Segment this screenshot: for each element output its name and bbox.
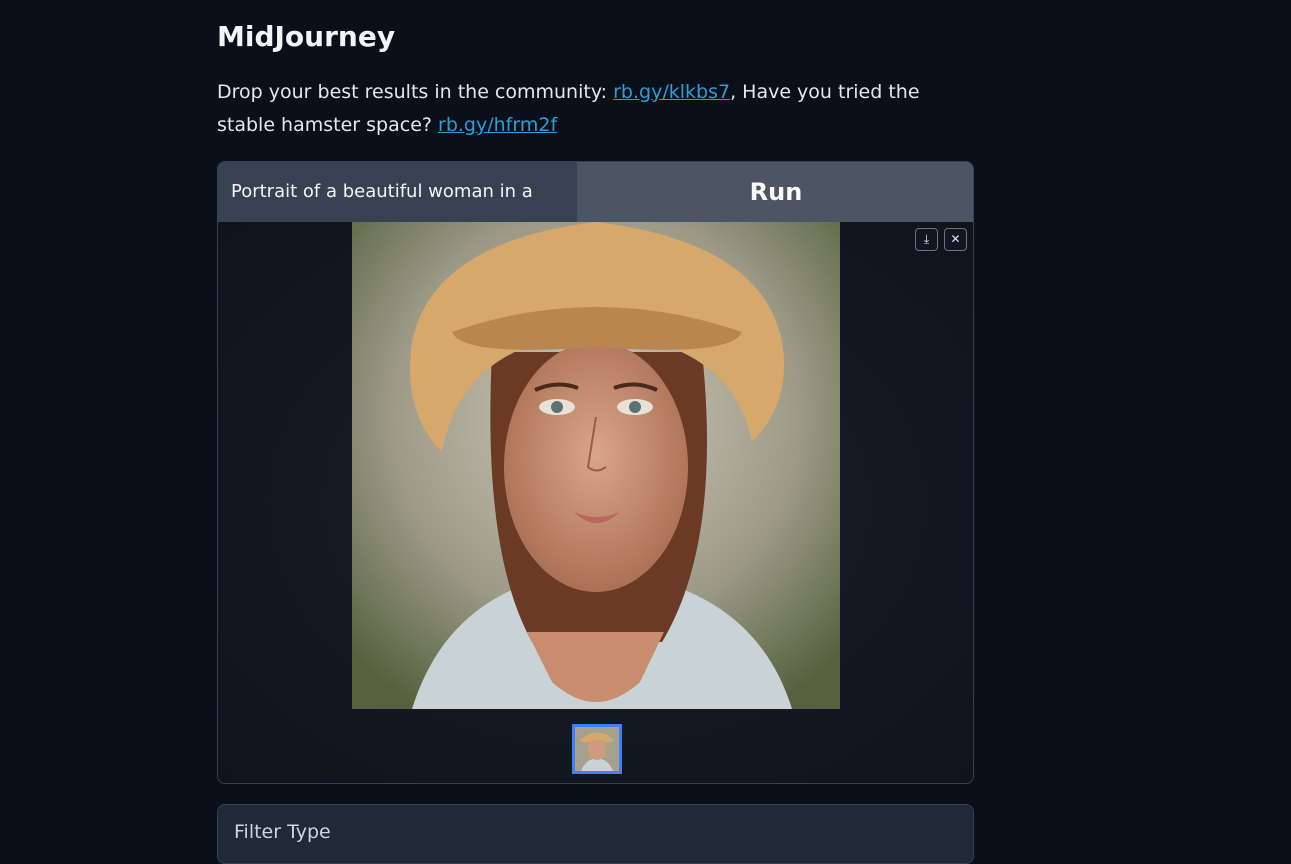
community-link[interactable]: rb.gy/klkbs7 <box>613 81 730 103</box>
portrait-image <box>352 222 840 709</box>
close-button[interactable]: ✕ <box>944 228 967 251</box>
page-title: MidJourney <box>217 20 396 53</box>
thumbnail-selected[interactable] <box>572 724 622 774</box>
generation-panel: Portrait of a beautiful woman in a Run ⤓… <box>217 161 974 784</box>
thumbnail-image <box>575 727 619 771</box>
close-icon: ✕ <box>950 232 961 246</box>
run-button[interactable]: Run <box>577 162 973 222</box>
image-gallery: ⤓ ✕ <box>218 222 973 783</box>
prompt-input[interactable]: Portrait of a beautiful woman in a <box>218 162 577 222</box>
prompt-row: Portrait of a beautiful woman in a Run <box>218 162 973 222</box>
download-icon: ⤓ <box>923 232 930 246</box>
generated-image[interactable] <box>352 222 840 709</box>
filter-type-label: Filter Type <box>234 821 331 843</box>
description: Drop your best results in the community:… <box>217 76 974 142</box>
description-text-1: Drop your best results in the community: <box>217 81 614 103</box>
download-button[interactable]: ⤓ <box>915 228 938 251</box>
filter-type-panel[interactable]: Filter Type <box>217 804 974 864</box>
hamster-space-link[interactable]: rb.gy/hfrm2f <box>438 114 557 136</box>
